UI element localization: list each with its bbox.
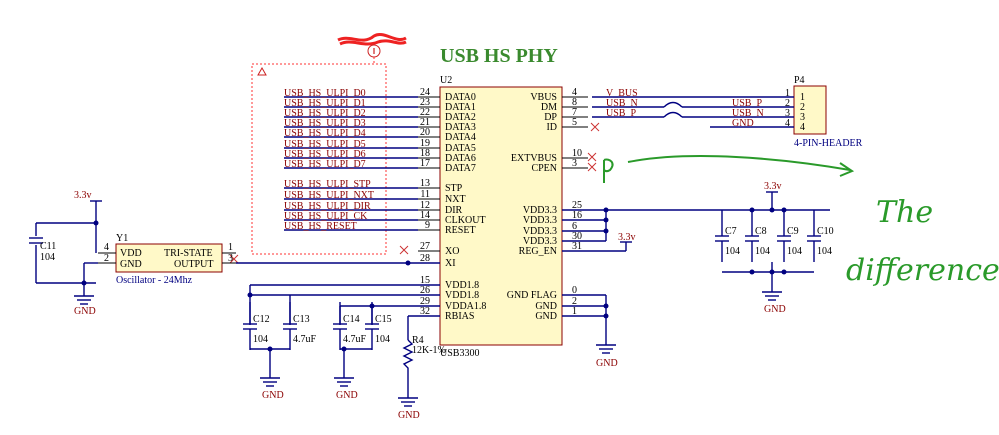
u2-pin-name: XI bbox=[445, 258, 456, 269]
u2-pin-name: GND bbox=[535, 311, 557, 322]
u2-pin-name: DATA4 bbox=[445, 132, 476, 143]
right-cap-bank: C7 104 C8 104 C9 104 C10 104 3.3v GND bbox=[715, 181, 834, 315]
r4-value: 12K-1% bbox=[412, 345, 446, 356]
u2-pin-name: DATA7 bbox=[445, 163, 476, 174]
rbias-resistor bbox=[398, 315, 440, 407]
y1-vdd: VDD bbox=[120, 248, 142, 259]
cap-value: 104 bbox=[375, 334, 390, 345]
y1-out: OUTPUT bbox=[174, 259, 213, 270]
y1-wiring bbox=[29, 200, 440, 305]
y1-pin-vdd: 4 bbox=[104, 242, 109, 253]
u2-pin-num: 17 bbox=[420, 158, 430, 169]
p4-body[interactable] bbox=[793, 85, 827, 135]
net-label[interactable]: USB_HS_RESET bbox=[284, 221, 357, 232]
gnd-pins-right bbox=[562, 294, 616, 354]
u2-ref: U2 bbox=[440, 75, 452, 86]
gnd-label-r4: GND bbox=[398, 410, 420, 421]
cap-value: 4.7uF bbox=[293, 334, 317, 345]
cap-ref: C9 bbox=[787, 226, 799, 237]
u2-pin-name: STP bbox=[445, 183, 463, 194]
cap-bank-power-label: 3.3v bbox=[764, 181, 782, 192]
gnd-label-c14: GND bbox=[336, 390, 358, 401]
cap-ref: C15 bbox=[375, 314, 392, 325]
bottom-cap-bank: C12 104 C13 4.7uF C14 4.7uF C15 104 bbox=[243, 302, 392, 350]
y1-pin-tri: 1 bbox=[228, 242, 233, 253]
y1-tri: TRI-STATE bbox=[164, 248, 213, 259]
u2-pin-name: RESET bbox=[445, 225, 476, 236]
net-label[interactable]: USB_HS_ULPI_NXT bbox=[284, 190, 374, 201]
u2-pin-num: 27 bbox=[420, 241, 430, 252]
cap-value: 104 bbox=[725, 246, 740, 257]
u2-pin-num: 5 bbox=[572, 117, 577, 128]
redaction-scribble bbox=[337, 33, 407, 46]
u2-pin-num: 3 bbox=[572, 158, 577, 169]
p4-ref: P4 bbox=[794, 75, 805, 86]
reg-en-power-label: 3.3v bbox=[618, 232, 636, 243]
cap-ref: C14 bbox=[343, 314, 360, 325]
y1-gnd-label: GND bbox=[74, 306, 96, 317]
u2-pin-name: GND FLAG bbox=[507, 290, 557, 301]
warning-triangle-icon bbox=[257, 66, 267, 76]
cap-value: 104 bbox=[787, 246, 802, 257]
u2-pin-num: 13 bbox=[420, 178, 430, 189]
cap-ref: C13 bbox=[293, 314, 310, 325]
u2-pin-num: 11 bbox=[420, 189, 430, 200]
cap-value: 104 bbox=[817, 246, 832, 257]
cap-ref: C8 bbox=[755, 226, 767, 237]
info-marker-icon[interactable] bbox=[367, 44, 381, 58]
cap-value: 104 bbox=[755, 246, 770, 257]
u2-pin-num: 9 bbox=[425, 220, 430, 231]
y1-power-label: 3.3v bbox=[74, 190, 92, 201]
p4-pin-label: 4 bbox=[800, 122, 805, 133]
cap-bank-gnd-label: GND bbox=[764, 304, 786, 315]
u2-pin-name: XO bbox=[445, 246, 459, 257]
u2-left-pins: 24 DATA0USB_HS_ULPI_D023 DATA1USB_HS_ULPI_… bbox=[284, 87, 486, 322]
gnd-label-u2: GND bbox=[596, 358, 618, 369]
annotation-arrow bbox=[603, 155, 855, 183]
net-label[interactable]: USB_HS_ULPI_D4 bbox=[284, 128, 366, 139]
net-label[interactable]: USB_HS_ULPI_D7 bbox=[284, 159, 366, 170]
y1-pin-out: 3 bbox=[228, 253, 233, 264]
u2-pin-name: VDD3.3 bbox=[523, 215, 557, 226]
schematic-canvas: USB HS PHY U2 USB3300 24 DATA0USB_HS_ULPI… bbox=[29, 33, 999, 421]
annotation-line-1: The bbox=[876, 195, 933, 230]
cap-ref: C12 bbox=[253, 314, 270, 325]
u2-pin-name: CPEN bbox=[531, 163, 557, 174]
u2-pin-num: 20 bbox=[420, 127, 430, 138]
u2-pin-name: RBIAS bbox=[445, 311, 474, 322]
u2-part: USB3300 bbox=[440, 348, 479, 359]
c11-value: 104 bbox=[40, 252, 55, 263]
gnd-label-c12: GND bbox=[262, 390, 284, 401]
u2-pin-name: REG_EN bbox=[519, 246, 557, 257]
cap-ref: C10 bbox=[817, 226, 834, 237]
u2-pin-name: ID bbox=[546, 122, 557, 133]
y1-gnd: GND bbox=[120, 259, 142, 270]
y1-ref: Y1 bbox=[116, 233, 128, 244]
u2-pin-name: NXT bbox=[445, 194, 466, 205]
cap-value: 104 bbox=[253, 334, 268, 345]
p4-part: 4-PIN-HEADER bbox=[794, 138, 863, 149]
y1-part: Oscillator - 24Mhz bbox=[116, 275, 193, 286]
u2-pin-name: VDD1.8 bbox=[445, 290, 479, 301]
cap-value: 4.7uF bbox=[343, 334, 367, 345]
y1-pin-gnd: 2 bbox=[104, 253, 109, 264]
cap-ref: C7 bbox=[725, 226, 737, 237]
schematic-title: USB HS PHY bbox=[440, 45, 558, 67]
annotation-line-2: difference! bbox=[846, 253, 999, 288]
c11-ref: C11 bbox=[40, 241, 56, 252]
net-label[interactable]: USB_HS_ULPI_STP bbox=[284, 179, 371, 190]
